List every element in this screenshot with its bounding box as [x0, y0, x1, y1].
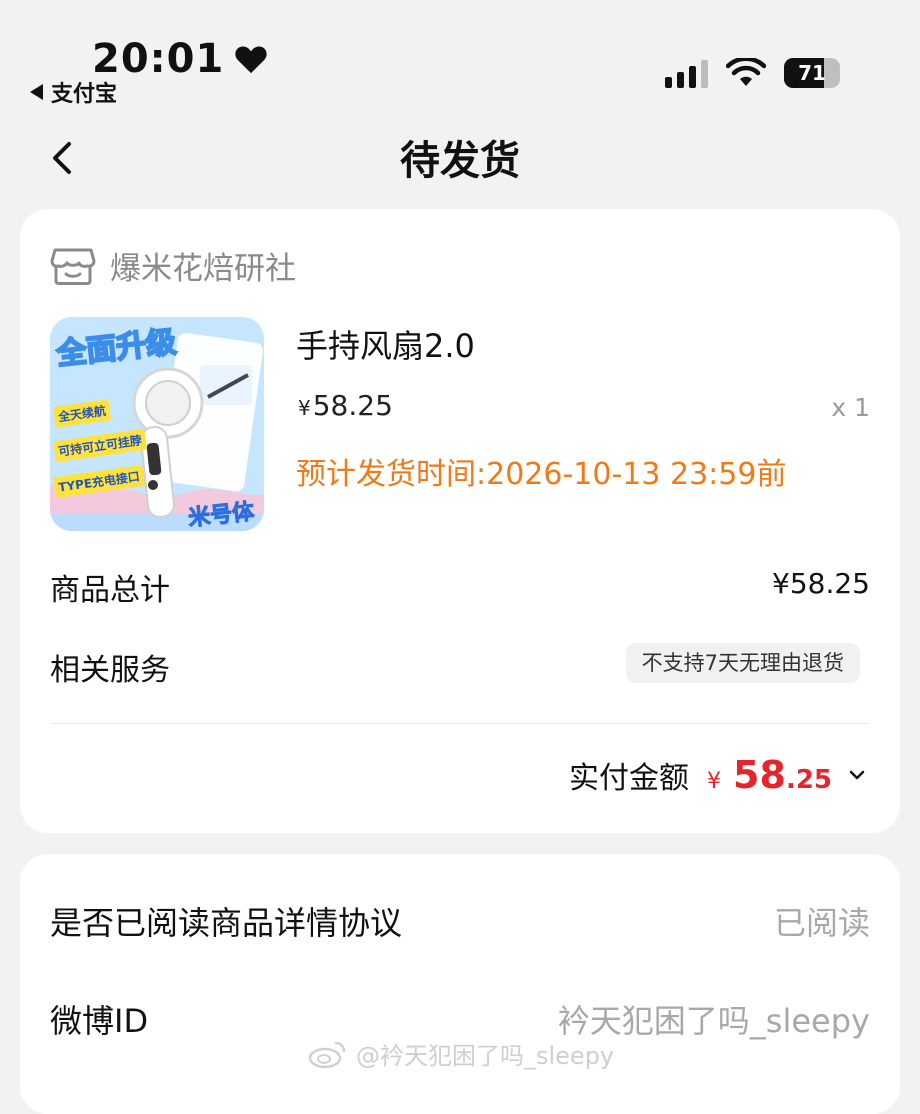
product-price: ¥58.25: [298, 389, 393, 422]
weibo-id-label: 微博ID: [50, 1002, 149, 1040]
store-icon: [50, 248, 96, 285]
shop-header[interactable]: 爆米花焙研社: [50, 243, 296, 288]
estimated-ship-time: 预计发货时间:2026-10-13 23:59前: [296, 457, 787, 492]
service-tag: 不支持7天无理由退货: [625, 643, 860, 683]
paid-decimal: .25: [785, 765, 832, 795]
agreement-value: 已阅读: [773, 904, 870, 942]
order-card: 爆米花焙研社 全面升级 全天续航 可持可立可挂脖 TYPE充电接口 米号体 手持…: [20, 209, 900, 833]
subtotal-value: ¥58.25: [772, 567, 870, 600]
paid-amount-toggle[interactable]: 实付金额 ¥ 58 .25: [569, 753, 866, 797]
wifi-icon: [726, 58, 766, 86]
divider: [50, 723, 870, 724]
price-value: 58.25: [312, 389, 393, 422]
product-title[interactable]: 手持风扇2.0: [296, 321, 475, 367]
battery-percent: 71: [798, 61, 826, 85]
back-app-label: 支付宝: [51, 82, 118, 107]
agreement-label: 是否已阅读商品详情协议: [50, 904, 403, 942]
price-currency: ¥: [298, 396, 311, 420]
back-to-app-button[interactable]: 支付宝: [30, 76, 117, 108]
info-card: 是否已阅读商品详情协议 已阅读 微博ID 衿天犯困了吗_sleepy: [20, 854, 900, 1114]
paid-currency: ¥: [707, 769, 722, 794]
watermark-text: @衿天犯困了吗_sleepy: [356, 1042, 615, 1070]
back-triangle-icon: [30, 84, 43, 100]
weibo-icon: [308, 1041, 346, 1068]
watermark: @衿天犯困了吗_sleepy: [308, 1036, 614, 1071]
subtotal-label: 商品总计: [50, 573, 170, 608]
paid-label: 实付金额: [569, 761, 690, 796]
chevron-down-icon: [849, 770, 865, 780]
shop-name: 爆米花焙研社: [110, 251, 296, 287]
battery-icon: 71: [784, 58, 840, 88]
product-image[interactable]: 全面升级 全天续航 可持可立可挂脖 TYPE充电接口 米号体: [50, 317, 264, 531]
status-indicators: 71: [665, 58, 840, 88]
paid-integer: 58: [733, 753, 786, 797]
service-label: 相关服务: [50, 653, 170, 688]
heart-icon: [235, 46, 267, 74]
image-text-4: 米号体: [187, 499, 256, 531]
product-quantity: x 1: [831, 393, 870, 422]
page-title: 待发货: [400, 138, 520, 184]
cellular-signal-icon: [665, 58, 708, 88]
status-time: 20:01: [92, 36, 268, 82]
